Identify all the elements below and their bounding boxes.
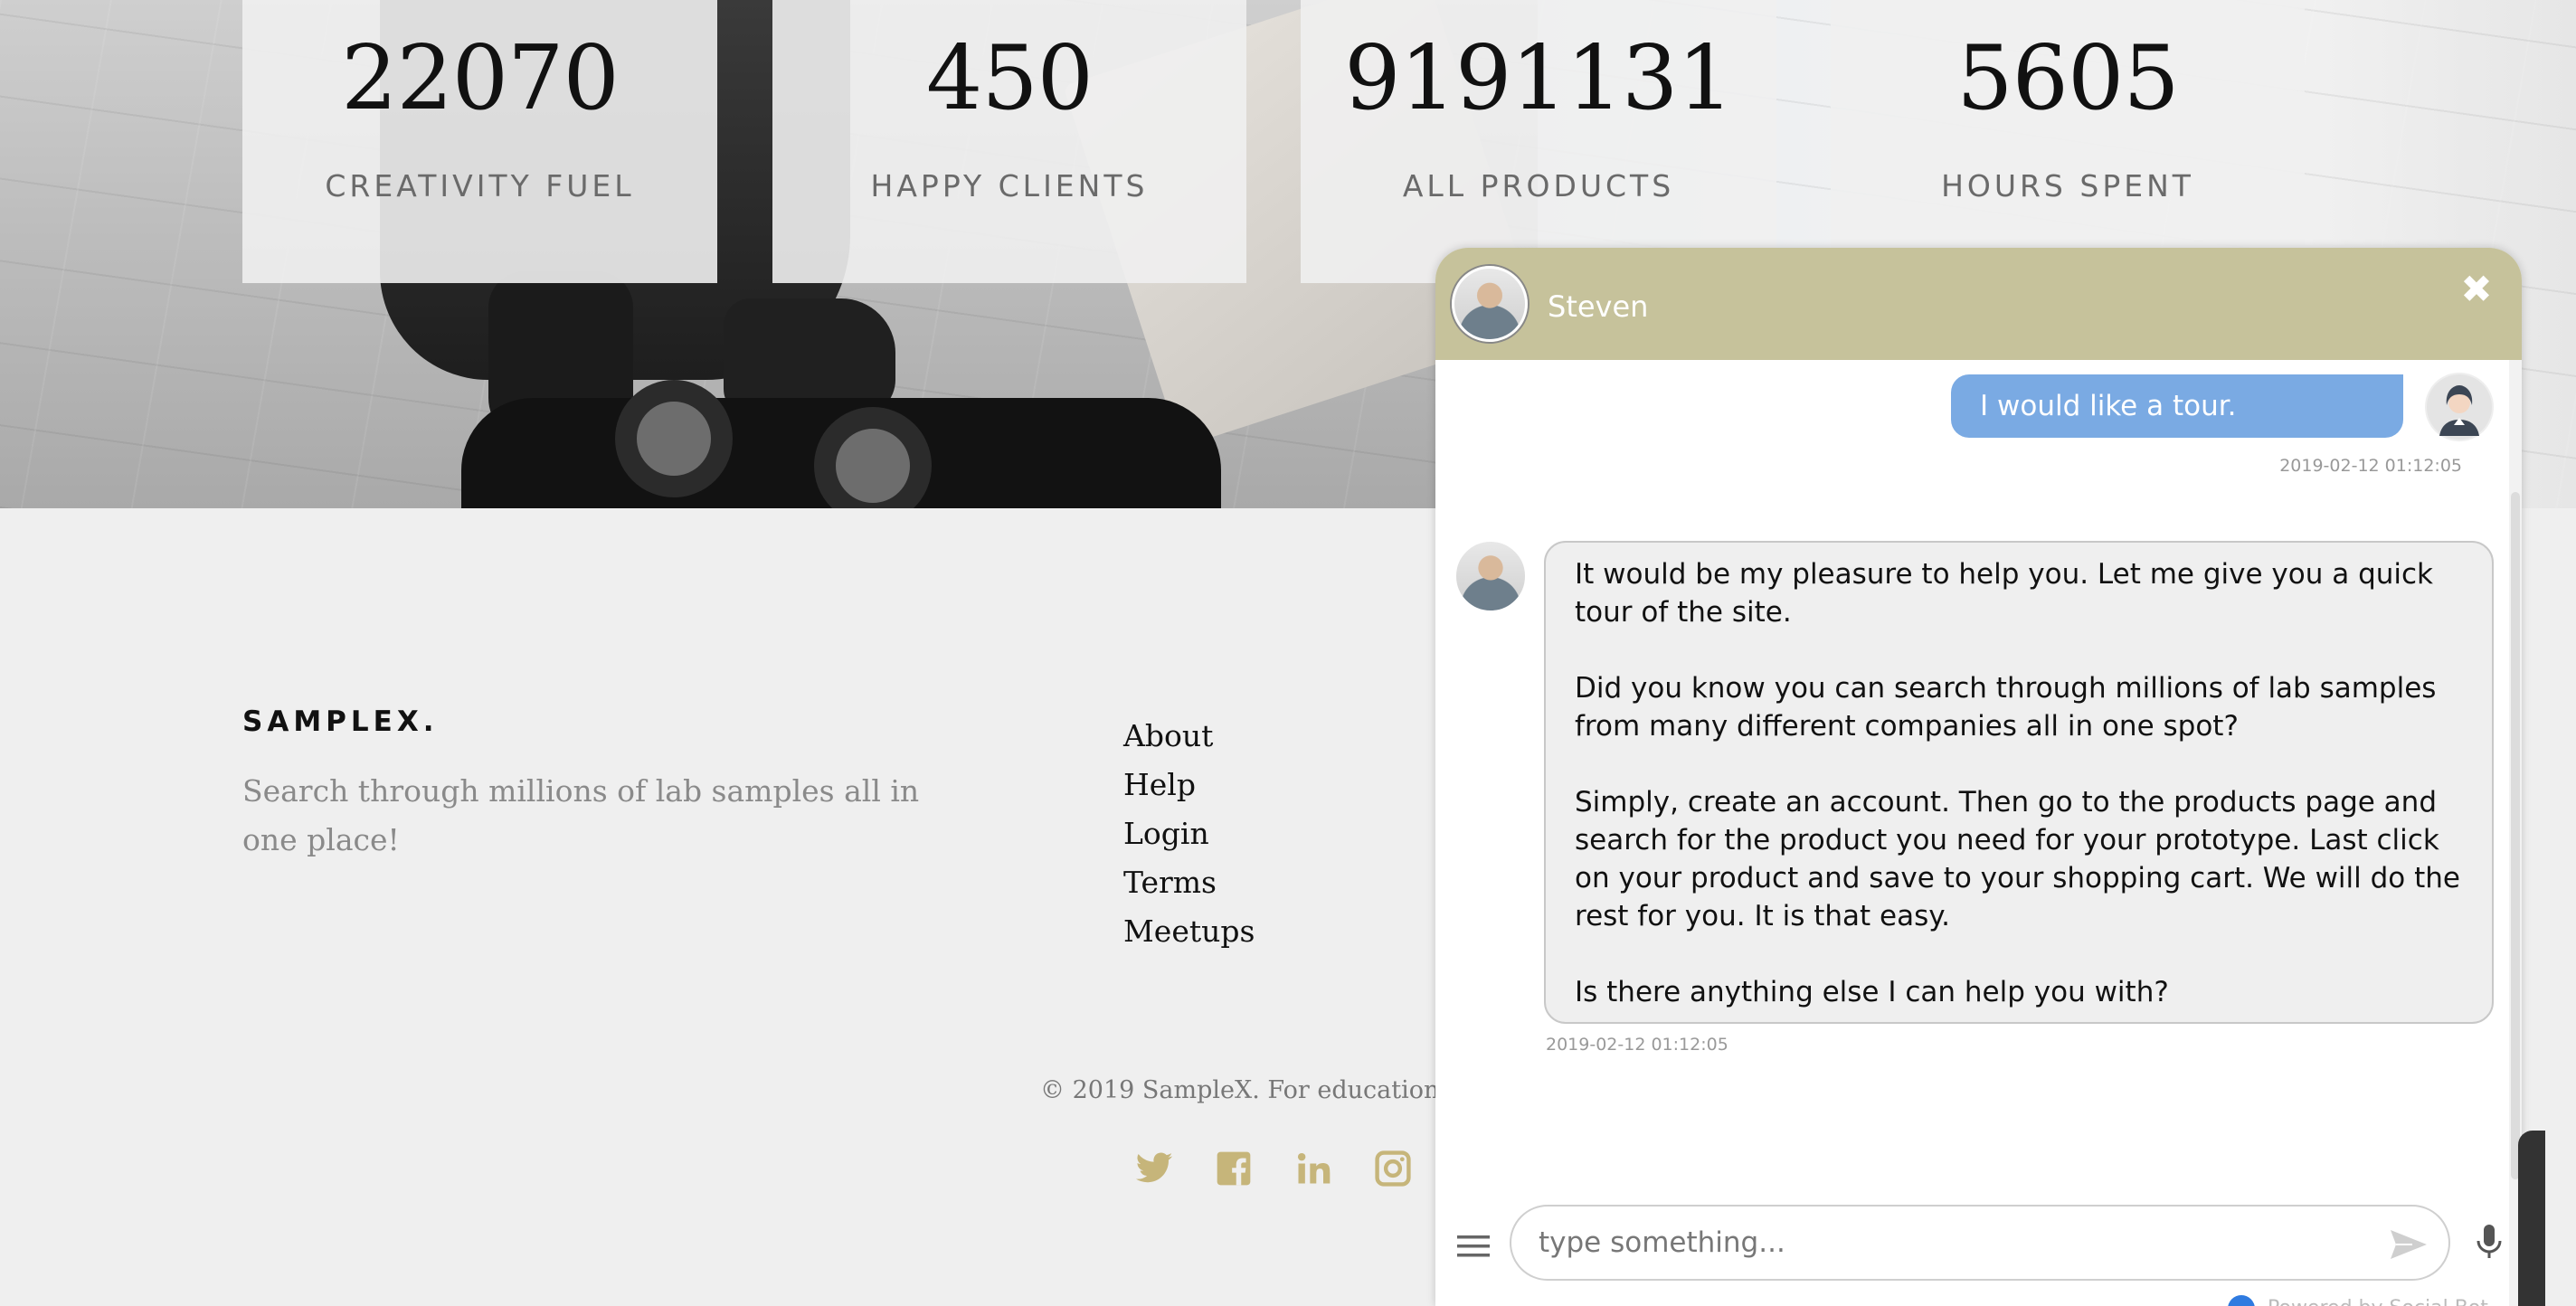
powered-by-text: Powered by Social Bot [2268, 1297, 2488, 1306]
twitter-icon[interactable] [1134, 1149, 1174, 1188]
stat-label: HAPPY CLIENTS [870, 168, 1149, 203]
footer-link-meetups[interactable]: Meetups [1123, 913, 1255, 949]
footer-link-login[interactable]: Login [1123, 816, 1209, 851]
stat-value: 9191131 [1344, 27, 1733, 130]
instagram-icon[interactable] [1373, 1149, 1413, 1188]
powered-by: Powered by Social Bot [2228, 1295, 2488, 1306]
agent-avatar [1452, 266, 1528, 342]
side-tab[interactable] [2518, 1131, 2545, 1306]
microphone-icon[interactable] [2468, 1221, 2510, 1263]
facebook-icon[interactable] [1214, 1149, 1254, 1188]
stat-value: 22070 [341, 27, 620, 130]
linkedin-icon[interactable] [1293, 1149, 1333, 1188]
footer-link-help[interactable]: Help [1123, 767, 1196, 802]
agent-avatar [1454, 539, 1528, 613]
chat-header: Steven ✖ [1435, 248, 2522, 360]
stat-hours-spent: 5605 HOURS SPENT [1831, 0, 2305, 262]
stat-all-products: 9191131 ALL PRODUCTS [1301, 0, 1776, 283]
stat-label: ALL PRODUCTS [1402, 168, 1675, 203]
agent-message-paragraph: Did you know you can search through mill… [1575, 672, 2437, 743]
chat-widget: Steven ✖ I would like a tour. 2019-02-12… [1435, 248, 2522, 1306]
footer-copyright: © 2019 SampleX. For educational us [1040, 1076, 1498, 1104]
footer-brand: SAMPLEX. [242, 705, 439, 738]
user-message: I would like a tour. [1951, 374, 2403, 438]
user-avatar-icon [2425, 373, 2494, 441]
footer-link-terms[interactable]: Terms [1123, 865, 1217, 900]
agent-name: Steven [1548, 289, 1649, 324]
agent-message: It would be my pleasure to help you. Let… [1544, 541, 2494, 1024]
bot-logo-icon [2228, 1295, 2255, 1306]
hero-wheel [615, 380, 733, 497]
agent-message-paragraph: It would be my pleasure to help you. Let… [1575, 558, 2434, 629]
chat-scrollbar-thumb[interactable] [2511, 492, 2520, 1179]
agent-message-paragraph: Simply, create an account. Then go to th… [1575, 786, 2460, 932]
stat-value: 5605 [1956, 27, 2179, 130]
chat-message-input[interactable] [1539, 1216, 2353, 1270]
footer-link-about[interactable]: About [1123, 718, 1213, 753]
stat-label: CREATIVITY FUEL [325, 168, 635, 203]
footer-tagline: Search through millions of lab samples a… [242, 773, 920, 857]
chat-input-box [1510, 1205, 2450, 1281]
send-icon[interactable] [2387, 1223, 2430, 1266]
stat-happy-clients: 450 HAPPY CLIENTS [772, 0, 1246, 283]
stat-creativity-fuel: 22070 CREATIVITY FUEL [242, 0, 717, 283]
agent-message-paragraph: Is there anything else I can help you wi… [1575, 976, 2169, 1008]
footer-links: About Help Login Terms Meetups [1123, 716, 1255, 961]
stat-label: HOURS SPENT [1941, 168, 2194, 203]
close-chat-button[interactable]: ✖ [2455, 268, 2498, 311]
stat-value: 450 [925, 27, 1094, 130]
menu-icon[interactable] [1454, 1226, 1493, 1266]
message-timestamp: 2019-02-12 01:12:05 [1546, 1035, 1728, 1055]
message-timestamp: 2019-02-12 01:12:05 [2279, 456, 2462, 476]
